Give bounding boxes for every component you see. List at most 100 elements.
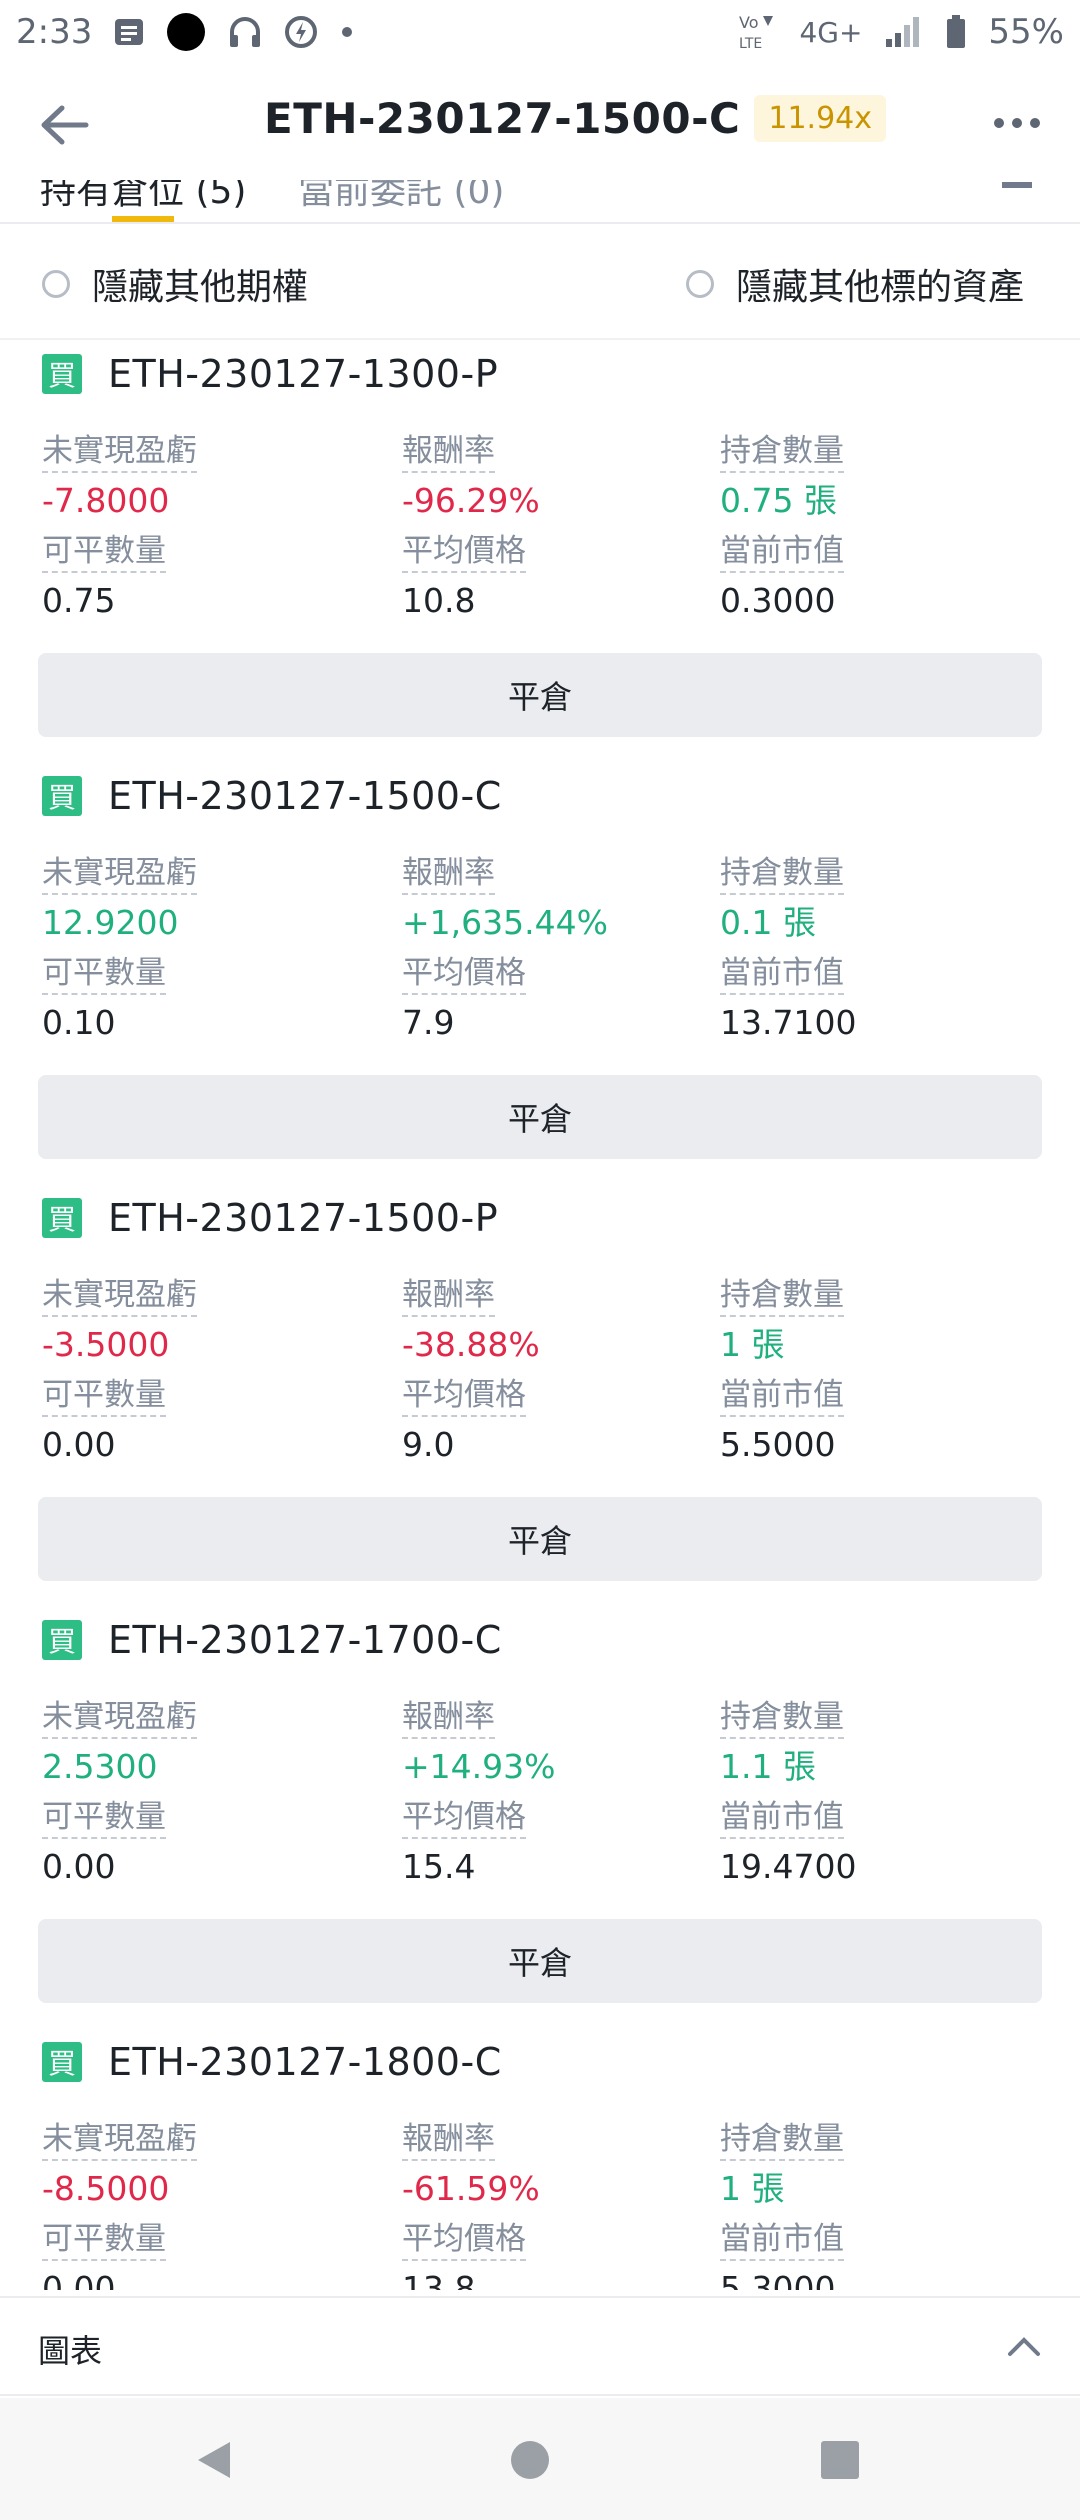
avg-price-label[interactable]: 平均價格 bbox=[402, 954, 526, 995]
filters: 隱藏其他期權 隱藏其他標的資產 bbox=[0, 244, 1080, 340]
buy-badge: 買 bbox=[42, 776, 82, 816]
unrealized-pnl-label[interactable]: 未實現盈虧 bbox=[42, 1698, 197, 1739]
hide-other-assets-toggle[interactable]: 隱藏其他標的資產 bbox=[686, 258, 1024, 310]
position-qty-cell: 持倉數量 1.1 張 bbox=[720, 1698, 844, 1789]
closable-qty-label[interactable]: 可平數量 bbox=[42, 1376, 166, 1417]
tab-open-orders[interactable]: 當前委託 (0) bbox=[298, 180, 504, 214]
unrealized-pnl-label[interactable]: 未實現盈虧 bbox=[42, 1276, 197, 1317]
svg-text:Vo: Vo bbox=[739, 13, 759, 32]
position-card: 買 ETH-230127-1500-P 未實現盈虧 -3.5000 報酬率 -3… bbox=[0, 1184, 1080, 1606]
buy-badge: 買 bbox=[42, 2042, 82, 2082]
more-notifications-dot-icon bbox=[340, 25, 354, 39]
avg-price-label[interactable]: 平均價格 bbox=[402, 1798, 526, 1839]
chart-bar[interactable]: 圖表 bbox=[0, 2296, 1080, 2396]
market-value-label[interactable]: 當前市值 bbox=[720, 1376, 844, 1417]
return-rate-label[interactable]: 報酬率 bbox=[402, 432, 495, 473]
close-position-button[interactable]: 平倉 bbox=[38, 1075, 1042, 1159]
market-value-label[interactable]: 當前市值 bbox=[720, 532, 844, 573]
closable-qty-cell: 可平數量 0.10 bbox=[42, 954, 166, 1045]
unrealized-pnl-cell: 未實現盈虧 2.5300 bbox=[42, 1698, 197, 1789]
buy-badge: 買 bbox=[42, 1620, 82, 1660]
circle-home-icon[interactable] bbox=[508, 2438, 552, 2482]
closable-qty-label[interactable]: 可平數量 bbox=[42, 954, 166, 995]
position-qty-value: 1 張 bbox=[720, 2169, 785, 2208]
return-rate-label[interactable]: 報酬率 bbox=[402, 854, 495, 895]
contract-name: ETH-230127-1800-C bbox=[108, 2040, 502, 2084]
header-title-wrap: ETH-230127-1500-C 11.94x bbox=[264, 94, 886, 143]
avg-price-label[interactable]: 平均價格 bbox=[402, 532, 526, 573]
header: ETH-230127-1500-C 11.94x bbox=[0, 70, 1080, 180]
avg-price-label[interactable]: 平均價格 bbox=[402, 1376, 526, 1417]
closable-qty-label[interactable]: 可平數量 bbox=[42, 2220, 166, 2261]
market-value-cell: 當前市值 13.7100 bbox=[720, 954, 856, 1045]
return-rate-value: -38.88% bbox=[402, 1325, 540, 1364]
hide-other-options-label: 隱藏其他期權 bbox=[92, 267, 309, 308]
return-rate-value: -96.29% bbox=[402, 481, 540, 520]
market-value-cell: 當前市值 19.4700 bbox=[720, 1798, 856, 1889]
return-rate-label[interactable]: 報酬率 bbox=[402, 2120, 495, 2161]
position-qty-value: 1.1 張 bbox=[720, 1747, 816, 1786]
position-card: 買 ETH-230127-1500-C 未實現盈虧 12.9200 報酬率 +1… bbox=[0, 762, 1080, 1184]
signal-icon bbox=[884, 15, 924, 49]
close-position-button[interactable]: 平倉 bbox=[38, 653, 1042, 737]
chart-label: 圖表 bbox=[38, 2332, 103, 2370]
volte-icon: Vo LTE bbox=[737, 12, 777, 52]
tab-open-positions[interactable]: 持有倉位 (5) bbox=[40, 180, 246, 214]
market-value-cell: 當前市值 5.3000 bbox=[720, 2220, 844, 2290]
contract-name: ETH-230127-1700-C bbox=[108, 1618, 502, 1662]
return-rate-label[interactable]: 報酬率 bbox=[402, 1276, 495, 1317]
closable-qty-cell: 可平數量 0.75 bbox=[42, 532, 166, 623]
return-rate-label[interactable]: 報酬率 bbox=[402, 1698, 495, 1739]
unrealized-pnl-label[interactable]: 未實現盈虧 bbox=[42, 432, 197, 473]
position-qty-label[interactable]: 持倉數量 bbox=[720, 2120, 844, 2161]
closable-qty-cell: 可平數量 0.00 bbox=[42, 1798, 166, 1889]
unrealized-pnl-cell: 未實現盈虧 -3.5000 bbox=[42, 1276, 197, 1367]
market-value-label[interactable]: 當前市值 bbox=[720, 2220, 844, 2261]
data-saver-icon bbox=[284, 15, 318, 49]
avg-price-cell: 平均價格 9.0 bbox=[402, 1376, 526, 1467]
market-value-label[interactable]: 當前市值 bbox=[720, 954, 844, 995]
position-qty-cell: 持倉數量 0.75 張 bbox=[720, 432, 844, 523]
closable-qty-cell: 可平數量 0.00 bbox=[42, 2220, 166, 2290]
market-value-value: 5.5000 bbox=[720, 1425, 836, 1464]
radio-unchecked-icon bbox=[42, 270, 70, 298]
market-value-value: 13.7100 bbox=[720, 1003, 857, 1042]
position-qty-label[interactable]: 持倉數量 bbox=[720, 1276, 844, 1317]
position-qty-label[interactable]: 持倉數量 bbox=[720, 1698, 844, 1739]
tab-active-indicator bbox=[112, 216, 174, 222]
network-type: 4G+ bbox=[799, 15, 863, 49]
svg-text:LTE: LTE bbox=[739, 36, 762, 52]
hide-other-options-toggle[interactable]: 隱藏其他期權 bbox=[42, 258, 308, 310]
system-nav-bar bbox=[0, 2398, 1080, 2520]
triangle-back-icon[interactable] bbox=[192, 2438, 236, 2482]
headphones-icon bbox=[228, 16, 262, 48]
chevron-up-icon[interactable] bbox=[1006, 2332, 1042, 2362]
list-icon[interactable] bbox=[1002, 182, 1032, 188]
unrealized-pnl-value: -7.8000 bbox=[42, 481, 170, 520]
close-position-button[interactable]: 平倉 bbox=[38, 1497, 1042, 1581]
close-position-button[interactable]: 平倉 bbox=[38, 1919, 1042, 2003]
leverage-badge: 11.94x bbox=[754, 95, 886, 142]
avg-price-cell: 平均價格 7.9 bbox=[402, 954, 526, 1045]
position-qty-label[interactable]: 持倉數量 bbox=[720, 854, 844, 895]
return-rate-cell: 報酬率 -61.59% bbox=[402, 2120, 540, 2211]
closable-qty-label[interactable]: 可平數量 bbox=[42, 1798, 166, 1839]
unrealized-pnl-label[interactable]: 未實現盈虧 bbox=[42, 854, 197, 895]
square-recents-icon[interactable] bbox=[818, 2438, 862, 2482]
unrealized-pnl-cell: 未實現盈虧 -8.5000 bbox=[42, 2120, 197, 2211]
back-button[interactable] bbox=[36, 100, 92, 150]
unrealized-pnl-value: 2.5300 bbox=[42, 1747, 158, 1786]
market-value-label[interactable]: 當前市值 bbox=[720, 1798, 844, 1839]
buy-badge: 買 bbox=[42, 1198, 82, 1238]
avg-price-label[interactable]: 平均價格 bbox=[402, 2220, 526, 2261]
position-qty-label[interactable]: 持倉數量 bbox=[720, 432, 844, 473]
closable-qty-label[interactable]: 可平數量 bbox=[42, 532, 166, 573]
avg-price-cell: 平均價格 15.4 bbox=[402, 1798, 526, 1889]
unrealized-pnl-label[interactable]: 未實現盈虧 bbox=[42, 2120, 197, 2161]
app-notification-icon bbox=[166, 12, 206, 52]
buy-badge: 買 bbox=[42, 354, 82, 394]
market-value-cell: 當前市值 0.3000 bbox=[720, 532, 844, 623]
more-button[interactable] bbox=[994, 108, 1044, 138]
position-header: 買 ETH-230127-1300-P bbox=[42, 352, 498, 396]
return-rate-cell: 報酬率 -38.88% bbox=[402, 1276, 540, 1367]
